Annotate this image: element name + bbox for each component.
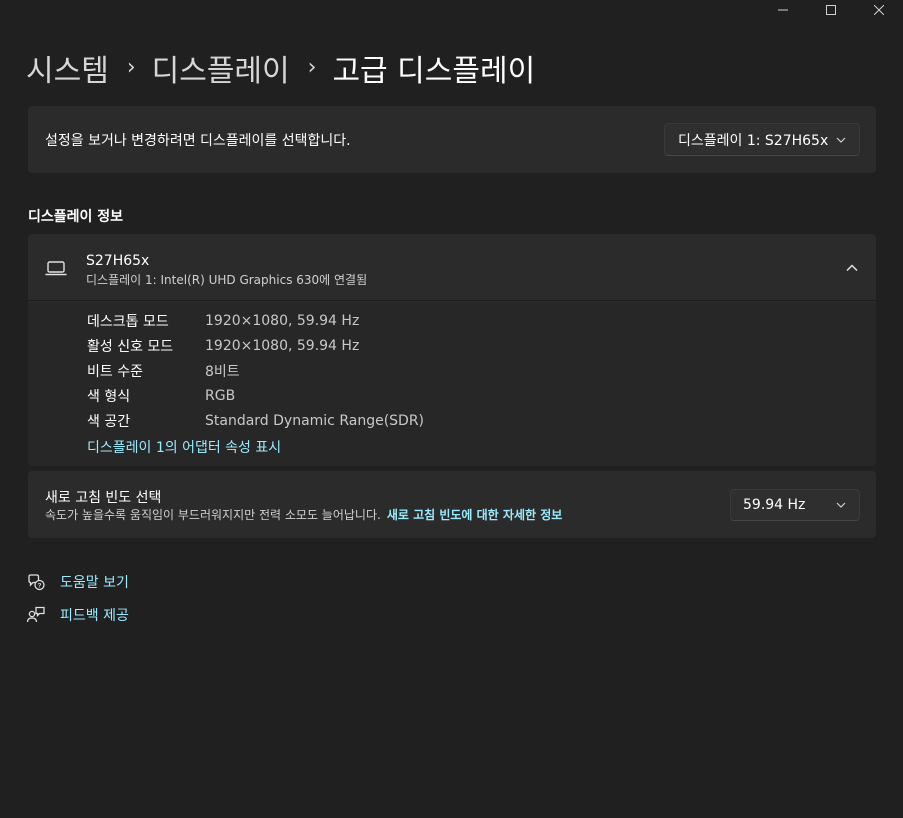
property-value: 1920×1080, 59.94 Hz	[205, 338, 360, 354]
help-link-label: 도움말 보기	[60, 575, 129, 591]
breadcrumb-display[interactable]: 디스플레이	[152, 46, 290, 90]
display-dropdown-value: 디스플레이 1: S27H65x	[678, 132, 829, 149]
property-key: 비트 수준	[87, 364, 143, 380]
refresh-rate-dropdown-value: 59.94 Hz	[743, 497, 806, 513]
refresh-rate-title: 새로 고침 빈도 선택	[45, 490, 162, 506]
display-info-body: 데스크톱 모드 1920×1080, 59.94 Hz 활성 신호 모드 192…	[28, 302, 876, 466]
feedback-link[interactable]: 피드백 제공	[26, 604, 129, 626]
svg-text:?: ?	[38, 582, 42, 589]
property-key: 활성 신호 모드	[87, 339, 174, 355]
property-key: 데스크톱 모드	[87, 314, 169, 330]
chevron-down-icon	[836, 137, 846, 143]
breadcrumb-separator: ›	[307, 54, 317, 80]
display-info-header[interactable]: S27H65x 디스플레이 1: Intel(R) UHD Graphics 6…	[28, 234, 876, 301]
property-row: 비트 수준 8비트	[87, 361, 240, 381]
page-title: 고급 디스플레이	[332, 54, 536, 89]
adapter-properties-link[interactable]: 디스플레이 1의 어댑터 속성 표시	[87, 437, 281, 457]
chevron-up-icon	[846, 264, 858, 272]
minimize-button[interactable]	[759, 0, 807, 20]
property-value: Standard Dynamic Range(SDR)	[205, 413, 425, 429]
laptop-icon	[45, 261, 67, 276]
help-icon: ?	[28, 574, 45, 591]
maximize-button[interactable]	[807, 0, 855, 20]
collapse-button[interactable]	[842, 258, 862, 278]
display-dropdown[interactable]: 디스플레이 1: S27H65x	[664, 123, 860, 156]
window-caption-buttons	[759, 0, 903, 22]
property-value: 8비트	[205, 364, 240, 380]
display-info-section-title: 디스플레이 정보	[28, 209, 124, 225]
display-select-label: 설정을 보거나 변경하려면 디스플레이를 선택합니다.	[45, 133, 351, 149]
display-info-card: S27H65x 디스플레이 1: Intel(R) UHD Graphics 6…	[28, 234, 876, 466]
close-button[interactable]	[855, 0, 903, 20]
property-row: 색 공간 Standard Dynamic Range(SDR)	[87, 411, 424, 431]
feedback-icon	[26, 606, 45, 623]
property-value: RGB	[205, 388, 236, 404]
breadcrumb-system[interactable]: 시스템	[26, 46, 109, 90]
monitor-name: S27H65x	[86, 253, 150, 269]
refresh-rate-card: 새로 고침 빈도 선택 속도가 높을수록 움직임이 부드러워지지만 전력 소모도…	[28, 471, 876, 538]
property-row: 데스크톱 모드 1920×1080, 59.94 Hz	[87, 311, 359, 331]
property-value: 1920×1080, 59.94 Hz	[205, 313, 360, 329]
property-key: 색 공간	[87, 414, 131, 430]
refresh-rate-learn-more-link[interactable]: 새로 고침 빈도에 대한 자세한 정보	[387, 508, 562, 522]
monitor-subtitle: 디스플레이 1: Intel(R) UHD Graphics 630에 연결됨	[86, 273, 368, 287]
property-key: 색 형식	[87, 389, 131, 405]
feedback-link-label: 피드백 제공	[60, 608, 129, 624]
display-select-card: 설정을 보거나 변경하려면 디스플레이를 선택합니다. 디스플레이 1: S27…	[28, 106, 876, 173]
settings-window: 시스템 › 디스플레이 › 고급 디스플레이 설정을 보거나 변경하려면 디스플…	[0, 0, 903, 818]
refresh-rate-dropdown[interactable]: 59.94 Hz	[730, 489, 860, 521]
refresh-rate-description: 속도가 높을수록 움직임이 부드러워지지만 전력 소모도 늘어납니다.	[45, 508, 381, 522]
help-link[interactable]: ? 도움말 보기	[26, 571, 129, 593]
property-row: 색 형식 RGB	[87, 386, 235, 406]
breadcrumb: 시스템 › 디스플레이 › 고급 디스플레이	[26, 46, 535, 90]
maximize-icon	[826, 5, 836, 15]
property-row: 활성 신호 모드 1920×1080, 59.94 Hz	[87, 336, 359, 356]
refresh-rate-description-line: 속도가 높을수록 움직임이 부드러워지지만 전력 소모도 늘어납니다. 새로 고침…	[45, 506, 562, 523]
breadcrumb-separator: ›	[126, 54, 136, 80]
close-icon	[874, 5, 884, 15]
minimize-icon	[778, 9, 788, 11]
chevron-down-icon	[836, 502, 846, 508]
